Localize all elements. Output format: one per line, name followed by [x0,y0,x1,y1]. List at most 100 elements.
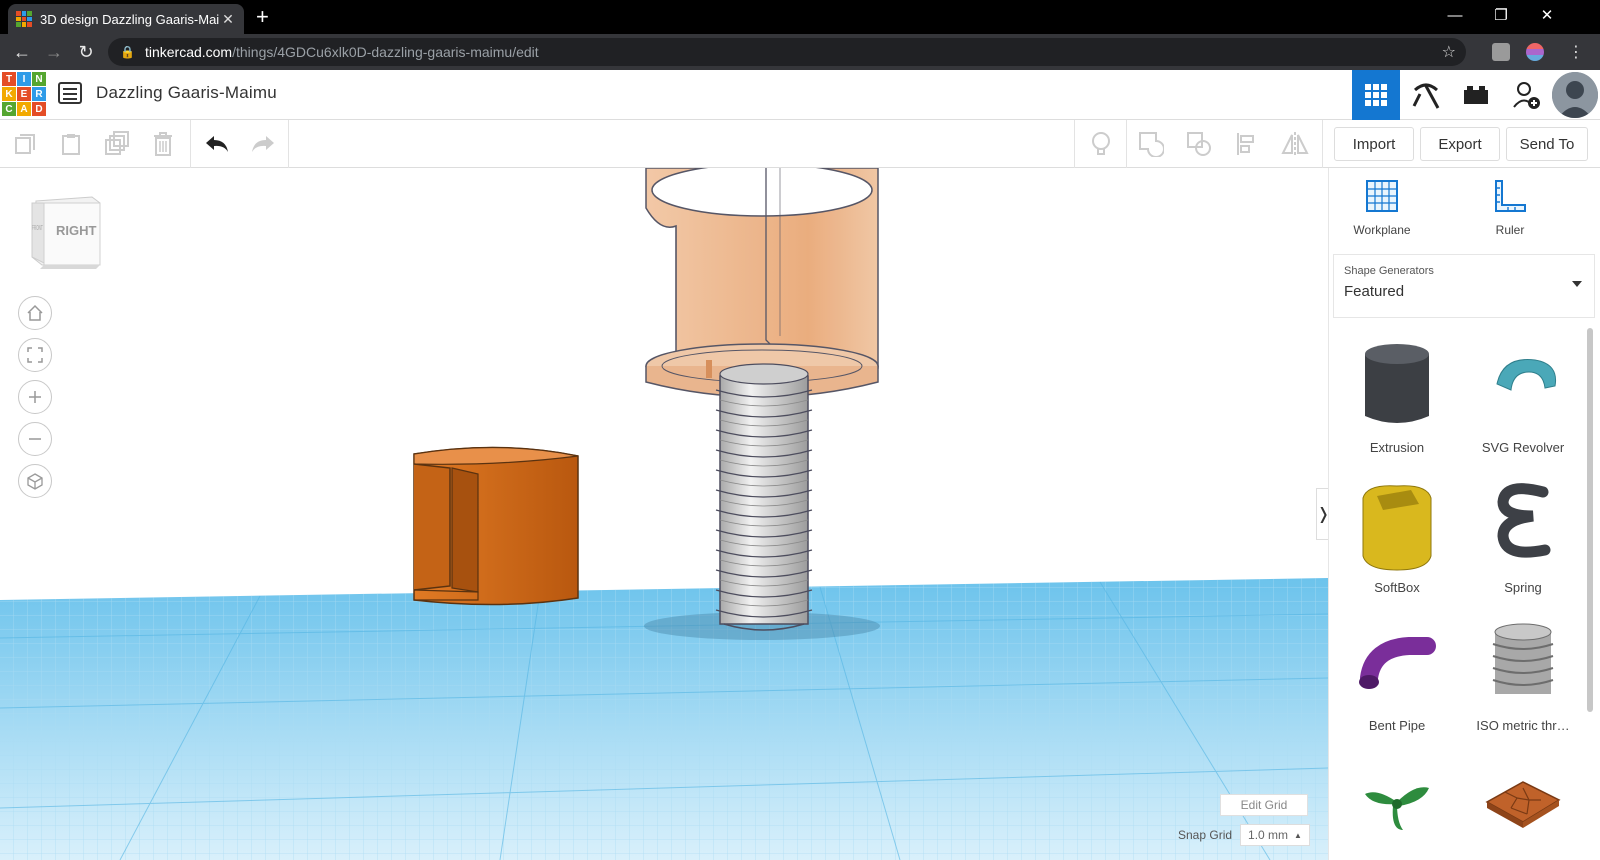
duplicate-button[interactable] [94,120,140,168]
mirror-button[interactable] [1272,120,1318,168]
ungroup-button[interactable] [1176,120,1222,168]
home-view-button[interactable] [18,296,52,330]
snap-grid-select[interactable]: 1.0 mm ▲ [1240,824,1310,846]
logo-letter: D [32,102,46,116]
logo-letter: T [2,72,16,86]
import-button[interactable]: Import [1334,127,1414,161]
delete-button[interactable] [140,120,186,168]
logo-letter: N [32,72,46,86]
lock-icon: 🔒 [120,45,135,59]
shapes-grid: Extrusion SVG Revolver SoftBox Spring Be… [1335,328,1589,858]
logo-letter: A [17,102,31,116]
invite-user-button[interactable] [1502,70,1550,120]
trash-icon [154,132,172,156]
view-cube[interactable]: RIGHT FRONT [30,195,104,269]
shape-iso-metric-thread[interactable]: ISO metric thr… [1463,612,1583,742]
pickaxe-icon [1412,83,1440,109]
group-icon [1139,132,1164,157]
back-arrow-icon[interactable]: ← [8,40,36,64]
browser-tab[interactable]: 3D design Dazzling Gaaris-Maimu ✕ [8,4,244,34]
view-cube-front-label: FRONT [32,225,43,232]
grid-view-button[interactable] [1352,70,1400,120]
fit-view-button[interactable] [18,338,52,372]
tinkercad-favicon-icon [16,11,32,27]
paste-button[interactable] [48,120,94,168]
logo-letter: E [17,87,31,101]
shape-label: Spring [1504,580,1542,595]
perspective-toggle-button[interactable] [18,464,52,498]
extension-icon[interactable] [1492,43,1510,61]
logo-letter: C [2,102,16,116]
cube-perspective-icon [27,473,43,490]
ungroup-icon [1187,132,1211,156]
shape-generators-dropdown[interactable]: Shape Generators Featured [1333,254,1595,318]
threaded-screw-shape[interactable] [715,363,813,631]
bricks-button[interactable] [1452,70,1500,120]
browser-menu-icon[interactable]: ⋮ [1568,42,1584,62]
forward-arrow-icon[interactable]: → [40,40,68,64]
tab-title: 3D design Dazzling Gaaris-Maimu [40,11,220,27]
new-tab-button[interactable]: + [256,6,269,28]
orange-clip-shape[interactable] [413,446,579,606]
hole-tube-shape[interactable] [645,168,879,398]
user-avatar-icon [1552,72,1598,118]
shape-spring[interactable]: Spring [1463,474,1583,604]
tinkercad-logo[interactable]: T I N K E R C A D [2,72,46,116]
zoom-in-button[interactable] [18,380,52,414]
design-list-icon[interactable] [58,82,82,104]
propeller-shape-icon [1365,787,1429,830]
tab-close-icon[interactable]: ✕ [220,11,236,28]
add-user-icon [1513,82,1540,109]
edit-grid-button[interactable]: Edit Grid [1220,794,1308,816]
browser-tabbar: 3D design Dazzling Gaaris-Maimu ✕ + — ❐ … [0,0,1600,34]
align-button[interactable] [1224,120,1270,168]
app-header: T I N K E R C A D Dazzling Gaaris-Maimu [0,70,1600,120]
lightbulb-icon [1092,132,1110,155]
notes-button[interactable] [1078,120,1124,168]
shape-svg-revolver[interactable]: SVG Revolver [1463,334,1583,464]
shape-extrusion[interactable]: Extrusion [1337,334,1457,464]
minimize-window-button[interactable]: — [1432,4,1478,28]
snap-grid-value: 1.0 mm [1248,828,1289,842]
plus-icon [29,391,41,403]
group-button[interactable] [1128,120,1174,168]
iso-thread-shape-icon [1492,623,1554,694]
copy-button[interactable] [2,120,48,168]
panel-scrollbar[interactable] [1587,328,1593,712]
url-input[interactable]: 🔒 tinkercad.com/things/4GDCu6xlk0D-dazzl… [108,38,1466,66]
shape-label: ISO metric thr… [1476,718,1570,733]
ruler-tool[interactable]: Ruler [1465,178,1555,237]
reload-icon[interactable]: ↻ [72,40,100,64]
design-title[interactable]: Dazzling Gaaris-Maimu [96,83,277,103]
logo-letter: R [32,87,46,101]
chevron-down-icon [1572,281,1582,287]
workplane-icon [1366,180,1398,212]
undo-button[interactable] [194,120,240,168]
edit-toolbar: Import Export Send To [0,120,1600,168]
shape-bent-pipe[interactable]: Bent Pipe [1337,612,1457,742]
tools-button[interactable] [1402,70,1450,120]
caret-up-icon: ▲ [1294,830,1302,840]
close-window-button[interactable]: ✕ [1524,4,1570,28]
zoom-out-button[interactable] [18,422,52,456]
bookmark-star-icon[interactable]: ☆ [1442,42,1456,62]
export-button[interactable]: Export [1420,127,1500,161]
shape-propeller[interactable] [1337,748,1457,858]
ruler-icon [1495,180,1526,212]
restore-window-button[interactable]: ❐ [1478,4,1524,28]
workplane-scene[interactable] [0,168,1328,860]
shape-voronoi-tile[interactable] [1463,748,1583,858]
redo-button[interactable] [240,120,286,168]
3d-viewport[interactable] [0,168,1328,860]
view-cube-right-label: RIGHT [56,223,97,238]
url-path: /things/4GDCu6xlk0D-dazzling-gaaris-maim… [232,44,539,60]
grid-view-icon [1365,84,1387,106]
send-to-button[interactable]: Send To [1506,127,1588,161]
profile-extension-icon[interactable] [1526,43,1544,61]
workplane-label: Workplane [1353,223,1411,237]
avatar[interactable] [1552,72,1598,118]
workplane-tool[interactable]: Workplane [1337,178,1427,237]
shapes-panel: Workplane Ruler Shape Generators Feature… [1328,168,1600,860]
fit-view-icon [27,347,43,363]
shape-softbox[interactable]: SoftBox [1337,474,1457,604]
